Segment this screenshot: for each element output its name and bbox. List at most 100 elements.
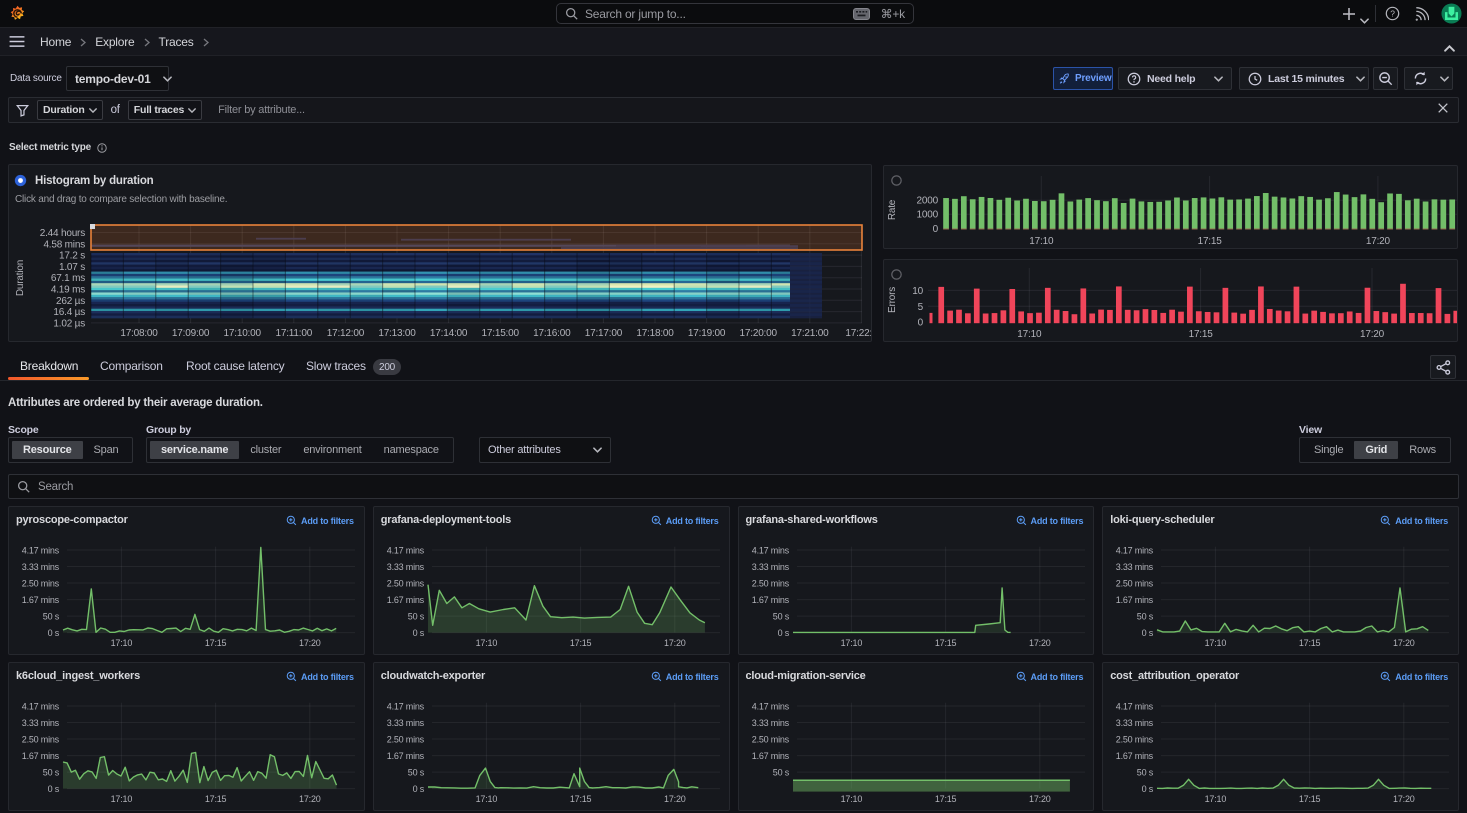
svg-text:2000: 2000 xyxy=(917,196,939,207)
svg-text:1000: 1000 xyxy=(917,210,939,221)
svg-text:50 s: 50 s xyxy=(408,768,425,778)
svg-text:50 s: 50 s xyxy=(1137,612,1154,622)
svg-text:17:11:00: 17:11:00 xyxy=(276,328,313,339)
svg-text:2.50 mins: 2.50 mins xyxy=(22,735,60,745)
svg-text:0 s: 0 s xyxy=(1142,628,1154,638)
svg-text:4.17 mins: 4.17 mins xyxy=(751,546,789,556)
svg-text:17:10: 17:10 xyxy=(111,794,133,804)
svg-text:4.17 mins: 4.17 mins xyxy=(22,546,60,556)
svg-text:17:10: 17:10 xyxy=(840,794,862,804)
svg-text:17:20: 17:20 xyxy=(1393,638,1415,648)
svg-text:17:17:00: 17:17:00 xyxy=(585,328,623,339)
svg-text:2.50 mins: 2.50 mins xyxy=(751,735,789,745)
svg-text:2.50 mins: 2.50 mins xyxy=(751,579,789,589)
svg-text:17:20: 17:20 xyxy=(1029,638,1051,648)
svg-text:4.17 mins: 4.17 mins xyxy=(1116,546,1154,556)
svg-text:17:09:00: 17:09:00 xyxy=(172,328,210,339)
svg-text:0 s: 0 s xyxy=(48,784,60,794)
svg-text:17:10: 17:10 xyxy=(475,638,497,648)
svg-text:4.19 ms: 4.19 ms xyxy=(51,285,85,296)
svg-text:0: 0 xyxy=(918,318,924,329)
svg-text:17:10: 17:10 xyxy=(1017,329,1042,340)
svg-text:2.50 mins: 2.50 mins xyxy=(387,735,425,745)
svg-text:2.44 hours: 2.44 hours xyxy=(40,228,85,239)
svg-text:2.50 mins: 2.50 mins xyxy=(387,579,425,589)
svg-text:4.17 mins: 4.17 mins xyxy=(387,702,425,712)
svg-text:1.67 mins: 1.67 mins xyxy=(751,751,789,761)
svg-text:10: 10 xyxy=(912,286,923,297)
svg-text:3.33 mins: 3.33 mins xyxy=(751,718,789,728)
svg-text:16.4 µs: 16.4 µs xyxy=(53,307,85,318)
svg-text:0 s: 0 s xyxy=(48,628,60,638)
svg-text:262 µs: 262 µs xyxy=(56,296,85,307)
svg-text:17:15:00: 17:15:00 xyxy=(482,328,520,339)
svg-text:0: 0 xyxy=(933,224,939,235)
svg-text:17:20: 17:20 xyxy=(664,638,686,648)
svg-text:50 s: 50 s xyxy=(43,612,60,622)
svg-text:4.17 mins: 4.17 mins xyxy=(751,702,789,712)
svg-text:3.33 mins: 3.33 mins xyxy=(751,562,789,572)
svg-text:2.50 mins: 2.50 mins xyxy=(1116,579,1154,589)
svg-text:3.33 mins: 3.33 mins xyxy=(387,718,425,728)
svg-text:1.67 mins: 1.67 mins xyxy=(387,751,425,761)
svg-text:17:15: 17:15 xyxy=(570,638,592,648)
svg-text:17:10: 17:10 xyxy=(111,638,133,648)
svg-text:17:10: 17:10 xyxy=(475,794,497,804)
svg-text:1.07 s: 1.07 s xyxy=(59,262,85,273)
svg-text:3.33 mins: 3.33 mins xyxy=(1116,562,1154,572)
svg-text:4.58 mins: 4.58 mins xyxy=(43,239,85,250)
svg-text:1.67 mins: 1.67 mins xyxy=(22,595,60,605)
svg-text:17:21:00: 17:21:00 xyxy=(791,328,829,339)
svg-text:1.02 µs: 1.02 µs xyxy=(53,318,85,329)
svg-text:4.17 mins: 4.17 mins xyxy=(1116,702,1154,712)
svg-text:3.33 mins: 3.33 mins xyxy=(22,562,60,572)
svg-text:4.17 mins: 4.17 mins xyxy=(387,546,425,556)
svg-text:17:20: 17:20 xyxy=(1029,794,1051,804)
svg-text:1.67 mins: 1.67 mins xyxy=(1116,751,1154,761)
svg-text:17:15: 17:15 xyxy=(934,638,956,648)
svg-text:17:15: 17:15 xyxy=(1299,794,1321,804)
svg-text:17:14:00: 17:14:00 xyxy=(430,328,468,339)
svg-text:Duration: Duration xyxy=(15,260,26,296)
svg-text:0 s: 0 s xyxy=(777,628,789,638)
svg-text:2.50 mins: 2.50 mins xyxy=(1116,735,1154,745)
svg-text:50 s: 50 s xyxy=(772,768,789,778)
svg-text:17:20: 17:20 xyxy=(299,638,321,648)
svg-text:17:10: 17:10 xyxy=(1205,794,1227,804)
svg-text:17:10: 17:10 xyxy=(840,638,862,648)
svg-text:17:15: 17:15 xyxy=(1198,236,1223,247)
svg-text:50 s: 50 s xyxy=(772,612,789,622)
svg-text:17:12:00: 17:12:00 xyxy=(327,328,365,339)
svg-text:17:20: 17:20 xyxy=(1393,794,1415,804)
svg-text:67.1 ms: 67.1 ms xyxy=(51,273,85,284)
svg-text:17:20: 17:20 xyxy=(664,794,686,804)
svg-text:5: 5 xyxy=(918,302,924,313)
svg-text:?: ? xyxy=(1390,8,1395,18)
svg-text:50 s: 50 s xyxy=(1137,768,1154,778)
svg-text:17:08:00: 17:08:00 xyxy=(120,328,158,339)
svg-text:17:22:0: 17:22:0 xyxy=(845,328,871,339)
svg-text:17:15: 17:15 xyxy=(205,794,227,804)
svg-text:1.67 mins: 1.67 mins xyxy=(1116,595,1154,605)
svg-text:17:20: 17:20 xyxy=(1366,236,1391,247)
svg-text:17:15: 17:15 xyxy=(205,638,227,648)
svg-text:17:15: 17:15 xyxy=(570,794,592,804)
svg-text:17:20: 17:20 xyxy=(299,794,321,804)
svg-text:17:10: 17:10 xyxy=(1205,638,1227,648)
svg-text:Rate: Rate xyxy=(887,199,898,220)
svg-text:Errors: Errors xyxy=(887,287,898,313)
svg-text:17:16:00: 17:16:00 xyxy=(533,328,571,339)
svg-text:1.67 mins: 1.67 mins xyxy=(751,595,789,605)
svg-text:17.2 s: 17.2 s xyxy=(59,251,85,262)
svg-text:17:15: 17:15 xyxy=(934,794,956,804)
svg-text:17:20:00: 17:20:00 xyxy=(740,328,778,339)
svg-text:17:10:00: 17:10:00 xyxy=(224,328,262,339)
svg-text:1.67 mins: 1.67 mins xyxy=(22,751,60,761)
svg-text:4.17 mins: 4.17 mins xyxy=(22,702,60,712)
svg-text:17:15: 17:15 xyxy=(1299,638,1321,648)
svg-text:50 s: 50 s xyxy=(43,768,60,778)
svg-text:17:13:00: 17:13:00 xyxy=(378,328,416,339)
svg-text:17:19:00: 17:19:00 xyxy=(688,328,726,339)
svg-text:0 s: 0 s xyxy=(412,628,424,638)
svg-text:3.33 mins: 3.33 mins xyxy=(387,562,425,572)
